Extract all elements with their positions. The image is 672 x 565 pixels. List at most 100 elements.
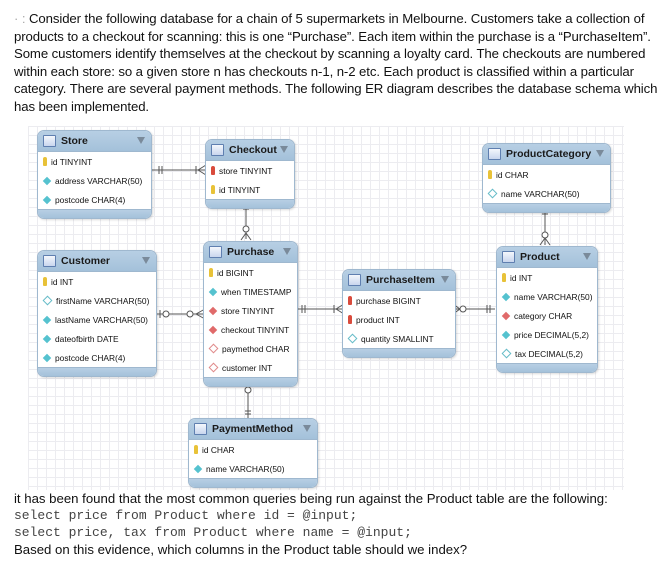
entity-title: Customer (61, 255, 111, 267)
column-label: price DECIMAL(5,2) (514, 329, 589, 340)
question-outro: it has been found that the most common q… (14, 490, 664, 558)
column-label: tax DECIMAL(5,2) (515, 348, 583, 359)
column-row[interactable]: id BIGINT (204, 263, 297, 282)
collapse-caret-icon[interactable] (137, 137, 145, 144)
nullable-column-icon (347, 333, 358, 344)
column-label: name VARCHAR(50) (501, 188, 580, 199)
nullable-foreign-key-icon (208, 362, 219, 373)
entity-header[interactable]: PaymentMethod (189, 419, 317, 440)
column-row[interactable]: price DECIMAL(5,2) (497, 325, 597, 344)
column-row[interactable]: id INT (38, 272, 156, 291)
column-label: address VARCHAR(50) (55, 175, 143, 186)
column-row[interactable]: store TINYINT (204, 301, 297, 320)
column-row[interactable]: product INT (343, 310, 455, 329)
column-row[interactable]: tax DECIMAL(5,2) (497, 344, 597, 363)
column-row[interactable]: dateofbirth DATE (38, 329, 156, 348)
table-icon (502, 251, 515, 263)
entity-title: Checkout (229, 144, 277, 156)
column-label: name VARCHAR(50) (206, 463, 285, 474)
column-row[interactable]: store TINYINT (206, 161, 294, 180)
collapse-caret-icon[interactable] (283, 248, 291, 255)
column-label: id TINYINT (51, 156, 93, 167)
foreign-primary-key-icon (348, 296, 352, 305)
collapse-caret-icon[interactable] (142, 257, 150, 264)
column-row[interactable]: quantity SMALLINT (343, 329, 455, 348)
column-row[interactable]: id INT (497, 268, 597, 287)
column-row[interactable]: id TINYINT (206, 180, 294, 199)
not-null-column-icon (208, 287, 218, 296)
table-icon (43, 135, 56, 147)
foreign-key-icon (208, 325, 218, 334)
column-row[interactable]: checkout TINYINT (204, 320, 297, 339)
not-null-column-icon (42, 176, 52, 185)
entity-purchase[interactable]: Purchase id BIGINT when TIMESTAMP store … (203, 241, 298, 387)
entity-footer (38, 209, 151, 218)
entity-header[interactable]: Checkout (206, 140, 294, 161)
not-null-column-icon (42, 334, 52, 343)
collapse-caret-icon[interactable] (441, 276, 449, 283)
column-label: id CHAR (496, 169, 529, 180)
entity-paymentmethod[interactable]: PaymentMethod id CHAR name VARCHAR(50) (188, 418, 318, 488)
entity-footer (189, 478, 317, 487)
column-row[interactable]: firstName VARCHAR(50) (38, 291, 156, 310)
column-label: name VARCHAR(50) (514, 291, 593, 302)
collapse-caret-icon[interactable] (280, 146, 288, 153)
column-row[interactable]: name VARCHAR(50) (189, 459, 317, 478)
column-row[interactable]: when TIMESTAMP (204, 282, 297, 301)
column-row[interactable]: id CHAR (483, 165, 610, 184)
column-row[interactable]: id TINYINT (38, 152, 151, 171)
column-label: id BIGINT (217, 267, 254, 278)
entity-purchaseitem[interactable]: PurchaseItem purchase BIGINT product INT… (342, 269, 456, 358)
entity-footer (483, 203, 610, 212)
not-null-column-icon (42, 353, 52, 362)
entity-store[interactable]: Store id TINYINT address VARCHAR(50) pos… (37, 130, 152, 219)
table-icon (194, 423, 207, 435)
not-null-column-icon (501, 330, 511, 339)
column-row[interactable]: category CHAR (497, 306, 597, 325)
entity-customer[interactable]: Customer id INT firstName VARCHAR(50) la… (37, 250, 157, 377)
column-row[interactable]: lastName VARCHAR(50) (38, 310, 156, 329)
entity-header[interactable]: Store (38, 131, 151, 152)
foreign-primary-key-icon (211, 166, 215, 175)
entity-title: Product (520, 251, 560, 263)
not-null-column-icon (42, 315, 52, 324)
not-null-column-icon (501, 292, 511, 301)
entity-header[interactable]: ProductCategory (483, 144, 610, 165)
entity-title: Store (61, 135, 88, 147)
entity-footer (206, 199, 294, 208)
column-row[interactable]: id CHAR (189, 440, 317, 459)
entity-title: ProductCategory (506, 148, 592, 160)
column-row[interactable]: name VARCHAR(50) (483, 184, 610, 203)
collapse-caret-icon[interactable] (583, 253, 591, 260)
column-row[interactable]: postcode CHAR(4) (38, 348, 156, 367)
entity-product[interactable]: Product id INT name VARCHAR(50) category… (496, 246, 598, 373)
primary-key-icon (502, 273, 506, 282)
query-1: select price from Product where id = @in… (14, 508, 358, 523)
table-icon (209, 246, 222, 258)
intro-text: Consider the following database for a ch… (14, 11, 658, 114)
column-label: quantity SMALLINT (361, 333, 434, 344)
entity-header[interactable]: Customer (38, 251, 156, 272)
column-label: postcode CHAR(4) (55, 352, 126, 363)
column-label: when TIMESTAMP (221, 286, 292, 297)
column-row[interactable]: name VARCHAR(50) (497, 287, 597, 306)
collapse-caret-icon[interactable] (596, 150, 604, 157)
entity-header[interactable]: Product (497, 247, 597, 268)
not-null-column-icon (193, 464, 203, 473)
question-intro: · : Consider the following database for … (14, 10, 664, 116)
entity-checkout[interactable]: Checkout store TINYINT id TINYINT (205, 139, 295, 209)
entity-header[interactable]: Purchase (204, 242, 297, 263)
entity-header[interactable]: PurchaseItem (343, 270, 455, 291)
column-row[interactable]: postcode CHAR(4) (38, 190, 151, 209)
collapse-caret-icon[interactable] (303, 425, 311, 432)
nullable-column-icon (487, 188, 498, 199)
list-marker: · : (14, 11, 26, 26)
column-row[interactable]: customer INT (204, 358, 297, 377)
column-row[interactable]: address VARCHAR(50) (38, 171, 151, 190)
column-row[interactable]: purchase BIGINT (343, 291, 455, 310)
outro-text: it has been found that the most common q… (14, 491, 608, 506)
column-row[interactable]: paymethod CHAR (204, 339, 297, 358)
primary-key-icon (211, 185, 215, 194)
table-icon (488, 148, 501, 160)
entity-productcategory[interactable]: ProductCategory id CHAR name VARCHAR(50) (482, 143, 611, 213)
